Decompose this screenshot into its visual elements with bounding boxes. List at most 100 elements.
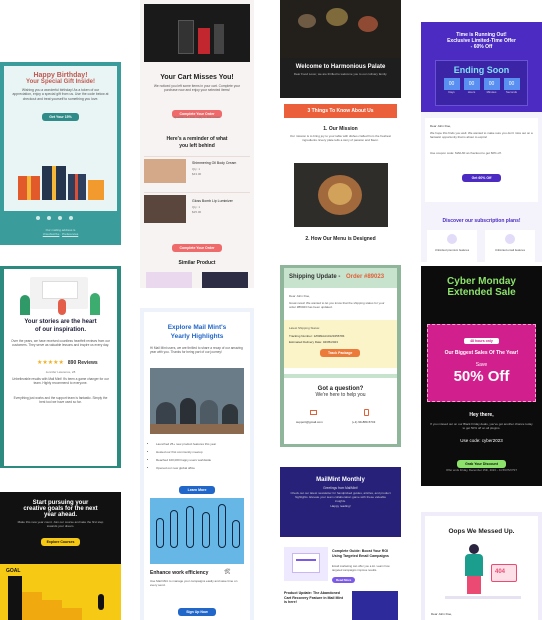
cart-item: Gloss Bomb Lip Luminizer Qty: 1 $25.00 (144, 192, 250, 224)
cart-item-price: $43.00 (192, 172, 202, 176)
similar-product-image (202, 272, 248, 288)
palate-email: Welcome to Harmonious Palate Dear Food L… (280, 0, 401, 245)
explore-courses-button[interactable]: Explore Courses (40, 538, 81, 546)
stories-body: Over the years, we have received countle… (11, 339, 110, 348)
countdown-hours-label: Hours (467, 90, 476, 94)
countdown-minutes: 00 (483, 78, 500, 90)
plan-card[interactable]: Unlimited email features (485, 230, 535, 262)
twitter-icon[interactable] (58, 216, 62, 220)
plan-label: Unlimited premium features (434, 248, 470, 252)
delivery-date: Estimated Delivery Date: 04/05/2023 (289, 340, 338, 344)
stairs-illustration: GOAL (0, 564, 121, 620)
instagram-icon[interactable] (47, 216, 51, 220)
track-package-button[interactable]: Track Package (320, 349, 361, 357)
birthday-title-line1: Happy Birthday! (33, 72, 88, 79)
highlights-body: Hi Mail Mint users, we are thrilled to s… (150, 346, 243, 355)
review-text: Unbelievable results with Mail Mint! It'… (12, 377, 109, 386)
limited-code-line: Use coupon code: MAIL60 at checkout to g… (430, 151, 502, 155)
efficiency-title: Enhance work efficiency (150, 570, 209, 576)
monthly-header: MailMint Monthly Greetings from MailMint… (280, 467, 401, 537)
gift-boxes-illustration (18, 162, 104, 200)
review-author: Jennifer Lawrence, 28 (45, 370, 76, 374)
birthday-panel: Happy Birthday! Your Special Gift Inside… (4, 66, 117, 211)
similar-product-image (146, 272, 192, 288)
support-phone[interactable]: (+1) 99-880-5743 (352, 420, 375, 424)
preferences-link[interactable]: Preferences (62, 232, 78, 236)
plan-card[interactable]: Unlimited premium features (427, 230, 477, 262)
support-email[interactable]: support@gmail.com (296, 420, 323, 424)
birthday-body: Wishing you a wonderful birthday! As a t… (12, 88, 109, 101)
oops-greeting: Dear John Doe, (431, 612, 453, 616)
article-illustration (284, 547, 328, 581)
birthday-cta-button[interactable]: Get Your 15% (42, 113, 79, 122)
monthly-title: MailMint Monthly (316, 477, 365, 483)
tracking-panel: Latest Shipping Status: Tracking Number:… (284, 320, 397, 368)
highlight-item: Hosted our first community meetup (156, 448, 244, 456)
countdown-days: 00 (443, 78, 460, 90)
help-panel: Got a question? We're here to help you s… (284, 374, 397, 444)
cart-item-qty: Qty: 1 (192, 167, 201, 171)
cyber-title-line1: Cyber Monday (447, 276, 516, 287)
grab-discount-button[interactable]: Grab Your Discount (457, 460, 506, 468)
reviews-count: 890 Reviews (67, 359, 98, 366)
article1-read-more-button[interactable]: Read More (332, 577, 356, 583)
article2-title[interactable]: Product Update: The Abandoned Cart Recov… (284, 591, 346, 605)
mission-title: 1. Our Mission (323, 126, 358, 132)
mail-icon (310, 410, 317, 415)
shipping-greeting: Dear John Doe, (289, 294, 311, 298)
palate-header: Welcome to Harmonious Palate Dear Food L… (280, 58, 401, 98)
status-label: Latest Shipping Status: (289, 326, 320, 330)
complete-order-button-2[interactable]: Complete Your Order (172, 244, 222, 252)
get-60-off-button[interactable]: Get 60% Off (461, 174, 502, 182)
article1-title[interactable]: Complete Guide: Boost Your ROI Using Tar… (332, 549, 398, 558)
countdown-seconds-label: Seconds (506, 90, 517, 94)
cart-item-qty: Qty: 1 (192, 205, 201, 209)
youtube-icon[interactable] (69, 216, 73, 220)
shipping-title: Shipping Update - (289, 274, 341, 280)
countdown: 00 Days 00 Hours 00 Minutes 00 Seconds (436, 78, 527, 94)
cyber-body: If you missed out on our Black Friday de… (430, 422, 533, 430)
palate-intro: Dear Food Lover, we are thrilled to welc… (293, 72, 388, 76)
cart-title: Your Cart Misses You! (160, 74, 234, 81)
monthly-email: MailMint Monthly Greetings from MailMint… (280, 467, 401, 620)
efficiency-tools-icon: 🛠 (224, 569, 231, 575)
tracking-number: Tracking Number: 1Z999AA10123456784 (289, 334, 345, 338)
countdown-minutes-label: Minutes (486, 90, 497, 94)
cart-item-name: Gloss Bomb Lip Luminizer (192, 199, 233, 203)
limited-body: We hope this finds you well. We wanted t… (430, 131, 533, 139)
limited-offer-email: Time is Running Out! Exclusive Limited-T… (421, 22, 542, 262)
highlights-title-line1: Explore Mail Mint's (167, 324, 227, 331)
creative-goals-email: Start pursuing your creative goals for t… (0, 492, 121, 620)
learn-more-button[interactable]: Learn More (178, 486, 216, 494)
plan-label: Unlimited email features (494, 248, 525, 252)
cyber-greeting: Hey there, (469, 412, 494, 418)
question-sub: We're here to help you (315, 392, 366, 398)
facebook-icon[interactable] (36, 216, 40, 220)
monthly-body: Check out our latest newsletter for hand… (290, 491, 391, 503)
creative-body: Make this new year count. Join our cours… (17, 520, 104, 528)
restaurant-hero-image (280, 0, 401, 58)
cosmetics-hero-image (144, 4, 250, 62)
review-text-2: Everything just works and the support te… (13, 396, 108, 405)
phone-icon (364, 409, 369, 416)
sign-up-button[interactable]: Sign Up Now (178, 608, 216, 616)
highlight-item: Launched 25+ new product features this y… (156, 440, 244, 448)
highlights-title-line2: Yearly Highlights (170, 333, 224, 340)
office-team-photo (150, 368, 244, 434)
palate-banner: 3 Things To Know About Us (284, 104, 397, 118)
highlights-list: Launched 25+ new product features this y… (156, 440, 244, 472)
oops-email: Oops We Messed Up. 404 Dear John Doe, (421, 512, 542, 620)
highlights-email: Explore Mail Mint's Yearly Highlights Hi… (140, 308, 254, 620)
countdown-seconds: 00 (503, 78, 520, 90)
shipping-order-number: Order #89023 (346, 274, 385, 280)
ending-soon-panel: Ending Soon 00 Days 00 Hours 00 Minutes 00 S… (435, 60, 528, 106)
palate-title: Welcome to Harmonious Palate (295, 64, 386, 70)
cyber-code: Use code: cyber2023 (460, 438, 503, 443)
cyber-percent: 50% Off (453, 368, 510, 385)
unsubscribe-link[interactable]: Unsubscribe (43, 232, 60, 236)
hands-illustration (150, 498, 244, 564)
stories-title-line1: Your stories are the heart (24, 319, 97, 325)
cart-item-image (144, 159, 186, 183)
highlight-item: Reached 100,000 happy users worldwide (156, 456, 244, 464)
cyber-badge: 48 hours only (464, 338, 499, 344)
